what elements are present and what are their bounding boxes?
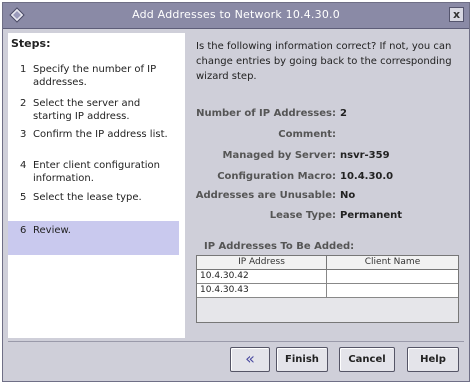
column-header-ip-address[interactable]: IP Address	[197, 256, 327, 270]
step-6-active: 6 Review.	[8, 221, 179, 255]
title-bar[interactable]: Add Addresses to Network 10.4.30.0 x	[3, 3, 469, 29]
managed-by-server-value: nsvr-359	[340, 150, 390, 161]
lease-type-value: Permanent	[340, 210, 403, 221]
steps-panel: Steps: 1 Specify the number of IP addres…	[8, 33, 185, 338]
num-addresses-label: Number of IP Addresses:	[196, 108, 336, 119]
addresses-table-title: IP Addresses To Be Added:	[204, 241, 355, 252]
step-number: 3	[20, 129, 27, 140]
table-cell-client[interactable]	[327, 270, 458, 284]
close-button[interactable]: x	[449, 7, 464, 22]
step-label: Specify the number of IP addresses.	[33, 64, 157, 88]
step-number: 4	[20, 160, 27, 171]
help-button[interactable]: Help	[407, 347, 459, 372]
step-label: Enter client configuration information.	[33, 160, 160, 184]
step-label: Select the server and starting IP addres…	[33, 98, 141, 122]
finish-button[interactable]: Finish	[276, 347, 328, 372]
addresses-unusable-value: No	[340, 190, 356, 201]
back-button[interactable]: «	[230, 347, 270, 372]
column-header-client-name[interactable]: Client Name	[327, 256, 458, 270]
wizard-window: Add Addresses to Network 10.4.30.0 x Ste…	[2, 2, 470, 382]
num-addresses-value: 2	[340, 108, 347, 119]
step-number: 2	[20, 98, 27, 109]
table-cell-client[interactable]	[327, 284, 458, 298]
window-title: Add Addresses to Network 10.4.30.0	[132, 8, 340, 21]
addresses-unusable-label: Addresses are Unusable:	[195, 190, 336, 201]
steps-heading: Steps:	[11, 37, 51, 50]
configuration-macro-value: 10.4.30.0	[340, 171, 394, 182]
review-panel: Is the following information correct? If…	[188, 33, 466, 338]
comment-label: Comment:	[278, 129, 336, 140]
managed-by-server-label: Managed by Server:	[222, 150, 336, 161]
step-label: Confirm the IP address list.	[33, 129, 168, 140]
step-number: 6	[20, 225, 27, 236]
step-number: 5	[20, 192, 27, 203]
table-cell-ip[interactable]: 10.4.30.42	[197, 270, 327, 284]
cancel-button[interactable]: Cancel	[339, 347, 395, 372]
addresses-table[interactable]: IP Address Client Name 10.4.30.42 10.4.3…	[196, 255, 459, 323]
step-number: 1	[20, 64, 27, 75]
step-label: Review.	[33, 225, 71, 236]
lease-type-label: Lease Type:	[269, 210, 336, 221]
table-cell-ip[interactable]: 10.4.30.43	[197, 284, 327, 298]
review-intro: Is the following information correct? If…	[196, 41, 452, 82]
button-bar: « Finish Cancel Help	[8, 341, 464, 378]
step-label: Select the lease type.	[33, 192, 142, 203]
configuration-macro-label: Configuration Macro:	[217, 171, 336, 182]
